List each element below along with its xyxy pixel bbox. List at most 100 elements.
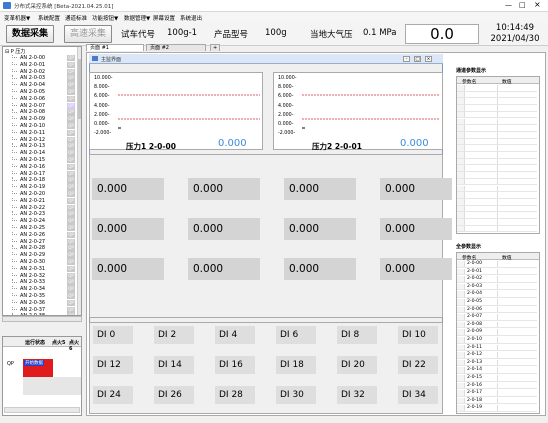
all-params-row[interactable]: 2-0-13 [457,359,537,367]
channel-params-row[interactable] [457,205,537,213]
tree-item[interactable]: AN 2-0-03 QP [3,75,75,82]
tree-item[interactable]: AN 2-0-12 QP [3,136,75,144]
tree-item[interactable]: AN 2-0-22 QP [3,204,75,212]
tree-item[interactable]: AN 2-0-18 QP [3,177,75,184]
tree-item[interactable]: AN 2-0-27 QP [3,238,75,246]
all-params-row[interactable]: 2-0-06 [457,306,537,314]
channel-params-row[interactable] [457,198,537,206]
tree-item[interactable]: AN 2-0-35 QP [3,293,75,300]
tab-page-2[interactable]: 页面 #2 [146,44,206,51]
all-params-row[interactable]: 2-0-04 [457,291,537,299]
tree-item[interactable]: AN 2-0-10 QP [3,123,75,130]
channel-params-row[interactable] [457,85,537,92]
all-params-row[interactable]: 2-0-19 [457,405,537,413]
tree-item[interactable]: AN 2-0-20 QP [3,191,75,198]
tree-item[interactable]: AN 2-0-04 QP [3,82,75,89]
channel-params-row[interactable] [457,98,537,106]
menu-item-2[interactable]: 通道标准 [65,14,87,22]
tree-item[interactable]: AN 2-0-07 QP [3,102,75,110]
all-params-row[interactable]: 2-0-09 [457,329,537,337]
channel-params-row[interactable] [457,138,537,146]
all-params-row[interactable]: 2-0-10 [457,337,537,344]
all-params-row[interactable]: 2-0-17 [457,390,537,397]
data-acquisition-button[interactable]: 数据采集 [6,25,54,43]
menu-item-0[interactable]: 变革机器▼ [4,14,30,22]
channel-params-row[interactable] [457,185,537,193]
tree-item[interactable]: AN 2-0-15 QP [3,157,75,164]
tree-item[interactable]: AN 2-0-16 QP [3,163,75,171]
channel-params-row[interactable] [457,91,537,99]
all-params-row[interactable]: 2-0-14 [457,367,537,375]
status-cell[interactable]: 开始数据 [24,360,44,366]
tree-item[interactable]: AN 2-0-01 QP [3,61,75,69]
tree-item[interactable]: AN 2-0-17 QP [3,170,75,178]
all-params-row[interactable]: 2-0-01 [457,268,537,276]
all-params-row[interactable]: 2-0-18 [457,397,537,405]
all-params-row[interactable]: 2-0-07 [457,314,537,321]
maximize-button[interactable]: □ [519,1,526,9]
channel-params-row[interactable] [457,172,537,179]
tree-item[interactable]: AN 2-0-31 QP [3,265,75,273]
channel-params-row[interactable] [457,152,537,159]
tree-item[interactable]: AN 2-0-34 QP [3,286,75,293]
tree-item[interactable]: AN 2-0-36 QP [3,299,75,307]
all-params-row[interactable]: 2-0-05 [457,299,537,306]
all-params-row[interactable]: 2-0-11 [457,344,537,352]
child-minimize[interactable]: - [403,56,410,62]
tree-item[interactable]: AN 2-0-13 QP [3,143,75,150]
channel-params-row[interactable] [457,111,537,119]
tree-item[interactable]: AN 2-0-23 QP [3,211,75,218]
menu-item-3[interactable]: 功能按钮▼ [92,14,118,22]
tree-hscrollbar[interactable] [2,316,82,322]
channel-params-row[interactable] [457,225,537,233]
all-params-row[interactable]: 2-0-15 [457,375,537,382]
all-params-row[interactable]: 2-0-00 [457,261,537,268]
channel-params-row[interactable] [457,212,537,219]
tab-add-button[interactable]: + [210,44,220,51]
fast-acquisition-button[interactable]: 高速采集 [64,25,112,43]
tree-item[interactable]: AN 2-0-21 QP [3,197,75,205]
tree-root[interactable]: ⊟ P 压力 [5,48,25,55]
tree-scrollbar[interactable] [77,47,81,315]
channel-params-row[interactable] [457,219,537,226]
channel-params-row[interactable] [457,125,537,132]
channel-params-row[interactable] [457,165,537,173]
tree-item[interactable]: AN 2-0-33 QP [3,279,75,286]
tree-item[interactable]: AN 2-0-28 QP [3,245,75,252]
channel-tree[interactable]: ⊟ P 压力 AN 2-0-00 QP AN 2-0-01 QP AN 2-0-02 QP… [2,46,82,316]
child-close[interactable]: × [425,56,432,62]
channel-params-row[interactable] [457,178,537,186]
tree-item[interactable]: AN 2-0-26 QP [3,231,75,239]
tree-scroll-thumb[interactable] [78,59,81,119]
channel-params-row[interactable] [457,158,537,166]
tree-item[interactable]: AN 2-0-32 QP [3,272,75,280]
tree-item[interactable]: AN 2-0-06 QP [3,95,75,103]
tree-item[interactable]: AN 2-0-19 QP [3,184,75,191]
child-maximize[interactable]: □ [414,56,421,62]
tree-item[interactable]: AN 2-0-08 QP [3,109,75,116]
close-button[interactable]: × [534,0,541,9]
tree-item[interactable]: AN 2-0-00 QP [3,55,75,62]
channel-params-row[interactable] [457,131,537,139]
all-params-row[interactable]: 2-0-02 [457,276,537,283]
channel-params-row[interactable] [457,192,537,199]
channel-params-row[interactable] [457,105,537,112]
menu-item-5[interactable]: 屏幕设置 [153,14,175,22]
tree-item[interactable]: AN 2-0-30 QP [3,259,75,266]
tree-item[interactable]: AN 2-0-24 QP [3,218,75,225]
tree-item[interactable]: AN 2-0-05 QP [3,89,75,96]
channel-params-row[interactable] [457,118,537,126]
tree-item[interactable]: AN 2-0-11 QP [3,129,75,137]
tree-item[interactable]: AN 2-0-29 QP [3,252,75,259]
menu-item-6[interactable]: 系统退出 [180,14,202,22]
menu-item-4[interactable]: 数据管理▼ [124,14,150,22]
all-params-row[interactable]: 2-0-12 [457,352,537,359]
tab-page-1[interactable]: 页面 #1 [86,44,144,51]
menu-item-1[interactable]: 系统配置 [38,14,60,22]
minimize-button[interactable]: — [505,1,512,9]
tree-item[interactable]: AN 2-0-25 QP [3,225,75,232]
all-params-row[interactable]: 2-0-08 [457,321,537,329]
all-params-row[interactable]: 2-0-03 [457,283,537,291]
tree-item[interactable]: AN 2-0-09 QP [3,116,75,123]
tree-item[interactable]: AN 2-0-02 QP [3,68,75,76]
